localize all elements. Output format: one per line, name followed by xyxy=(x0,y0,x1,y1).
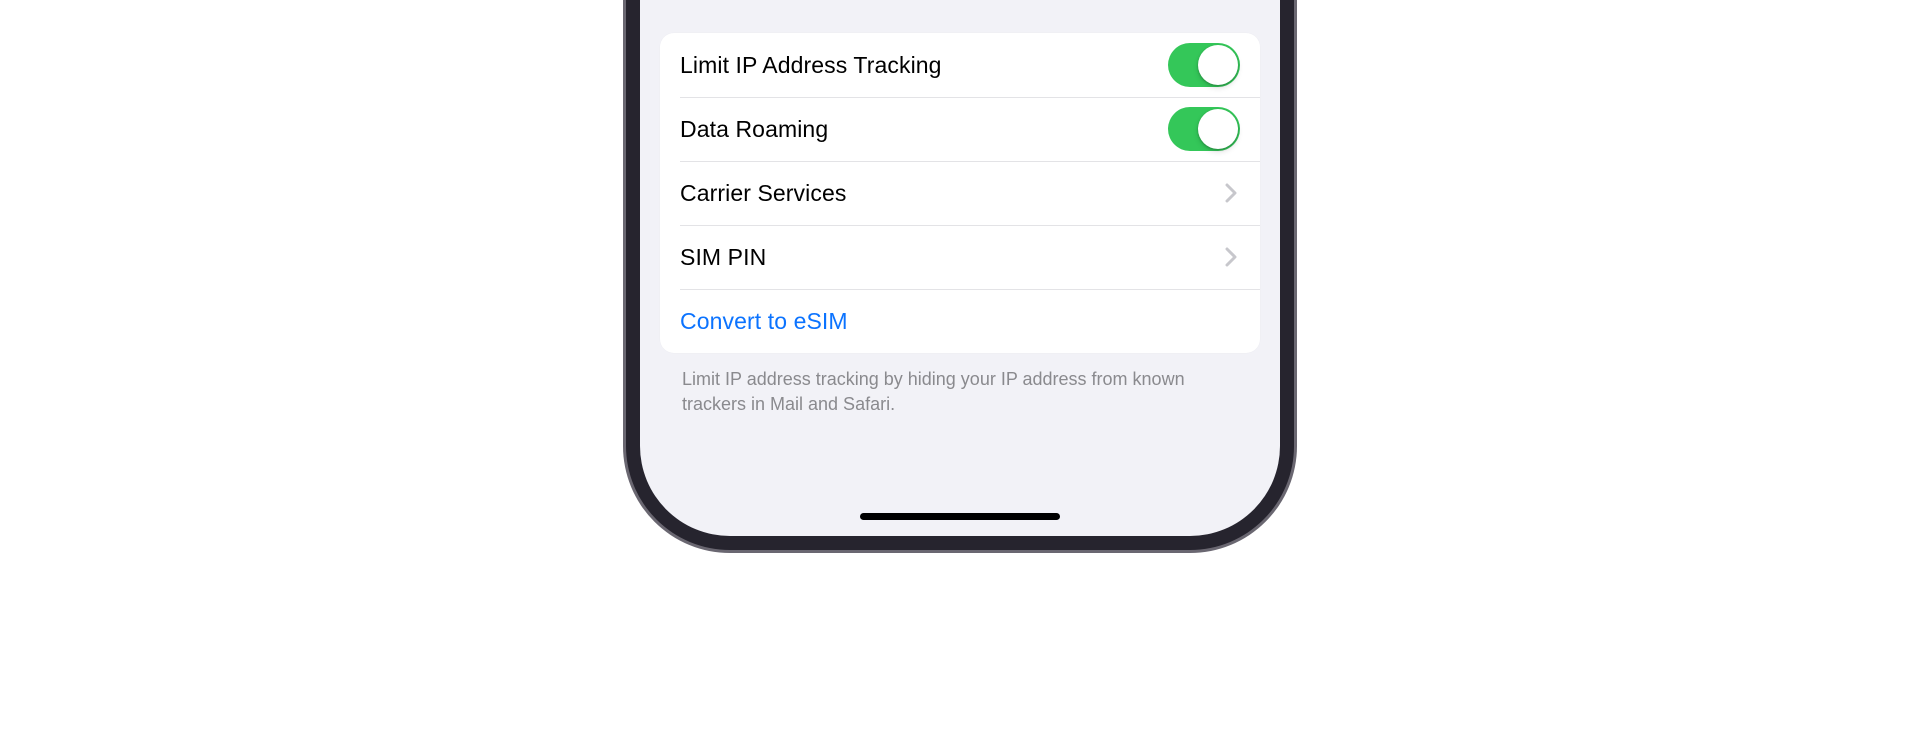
settings-content: Limit IP Address Tracking Data Roaming C… xyxy=(640,33,1280,536)
row-sim-pin[interactable]: SIM PIN xyxy=(660,225,1260,289)
stage: Limit IP Address Tracking Data Roaming C… xyxy=(0,0,1920,739)
chevron-right-icon xyxy=(1222,245,1240,269)
toggle-data-roaming[interactable] xyxy=(1168,107,1240,151)
chevron-right-icon xyxy=(1222,181,1240,205)
iphone-device-frame: Limit IP Address Tracking Data Roaming C… xyxy=(640,0,1280,536)
toggle-knob xyxy=(1198,109,1238,149)
settings-card: Limit IP Address Tracking Data Roaming C… xyxy=(660,33,1260,353)
home-indicator[interactable] xyxy=(860,513,1060,520)
row-label: Convert to eSIM xyxy=(680,308,1240,335)
row-label: SIM PIN xyxy=(680,244,1216,271)
toggle-knob xyxy=(1198,45,1238,85)
row-data-roaming[interactable]: Data Roaming xyxy=(660,97,1260,161)
row-label: Carrier Services xyxy=(680,180,1216,207)
toggle-limit-ip-tracking[interactable] xyxy=(1168,43,1240,87)
row-label: Limit IP Address Tracking xyxy=(680,52,1168,79)
row-limit-ip-tracking[interactable]: Limit IP Address Tracking xyxy=(660,33,1260,97)
settings-footer-text: Limit IP address tracking by hiding your… xyxy=(660,353,1260,416)
row-label: Data Roaming xyxy=(680,116,1168,143)
row-carrier-services[interactable]: Carrier Services xyxy=(660,161,1260,225)
row-convert-to-esim[interactable]: Convert to eSIM xyxy=(660,289,1260,353)
iphone-screen: Limit IP Address Tracking Data Roaming C… xyxy=(640,0,1280,536)
